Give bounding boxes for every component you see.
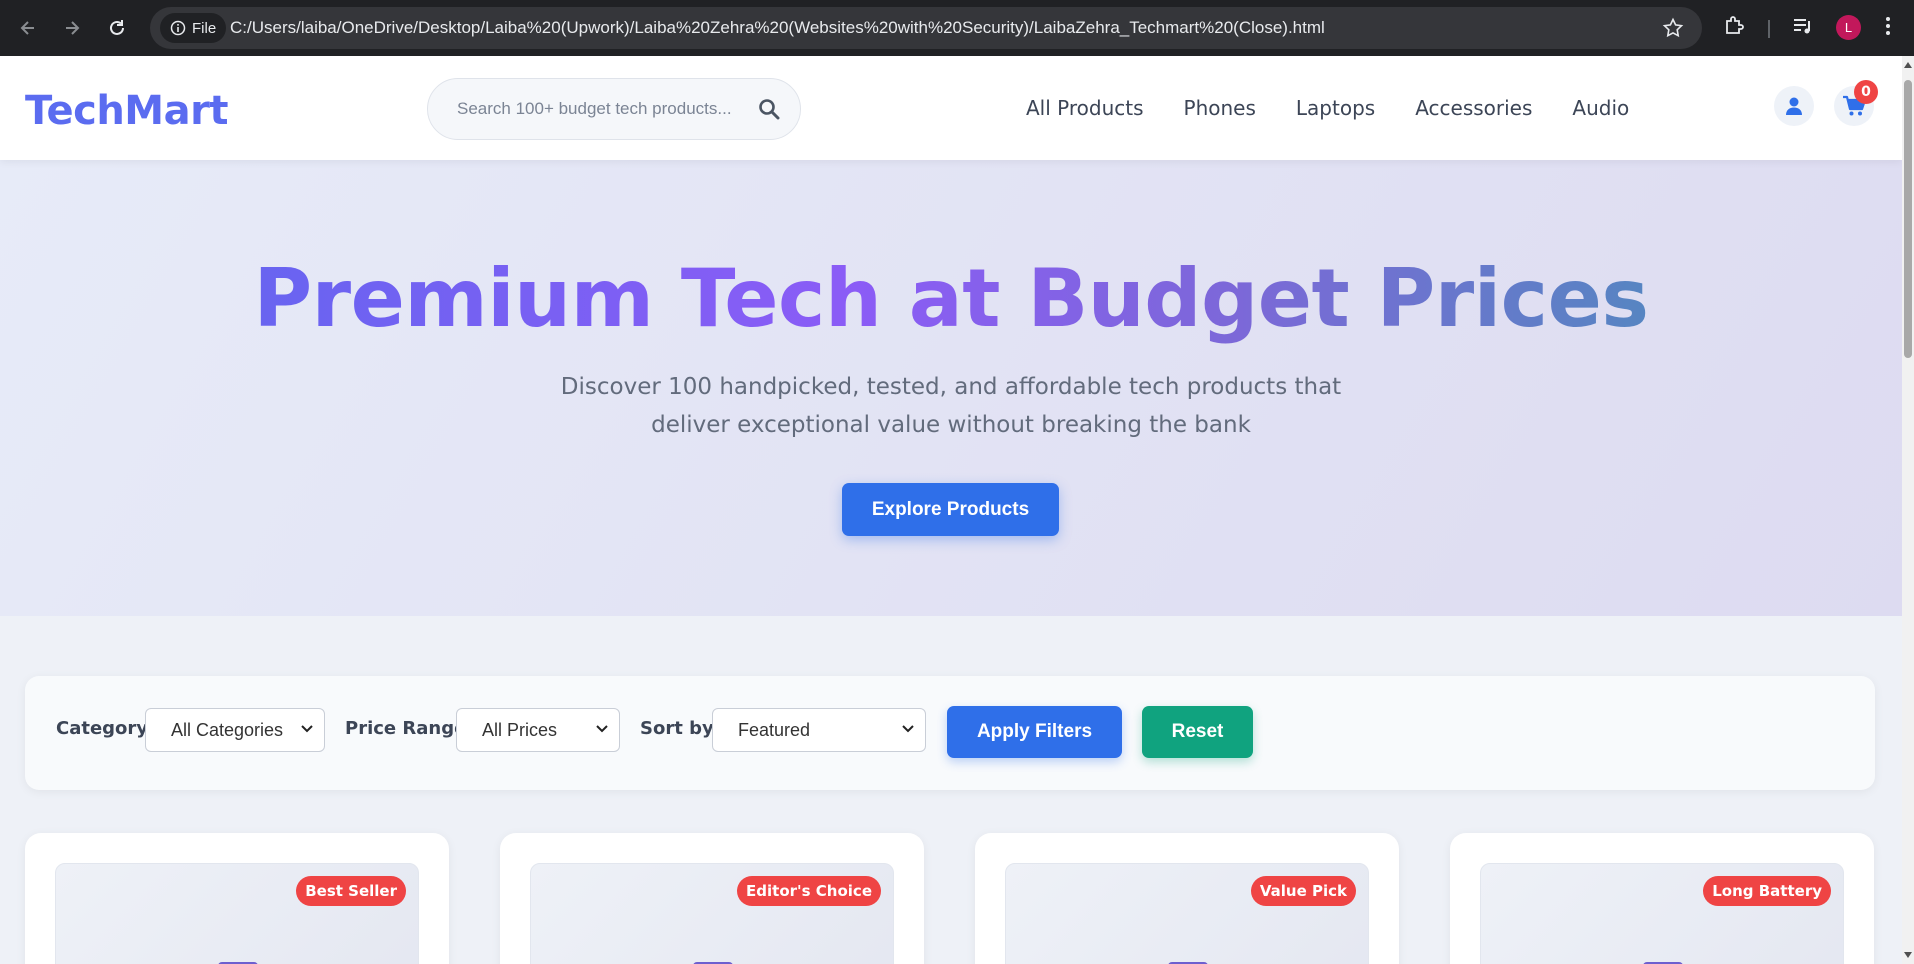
product-image: Long Battery (1480, 863, 1844, 964)
bookmark-star-button[interactable] (1662, 17, 1684, 43)
hero-section: Premium Tech at Budget Prices Discover 1… (0, 160, 1902, 616)
reload-button[interactable] (103, 14, 131, 42)
product-card[interactable]: Value Pick (975, 833, 1399, 964)
arrow-right-icon (66, 21, 80, 35)
product-badge: Best Seller (296, 876, 406, 906)
sort-by-label: Sort by: (640, 718, 721, 739)
nav-accessories[interactable]: Accessories (1415, 96, 1532, 120)
hero-title: Premium Tech at Budget Prices (0, 252, 1902, 345)
scrollbar-thumb[interactable] (1904, 80, 1912, 358)
reset-filters-button[interactable]: Reset (1142, 706, 1253, 758)
chevron-down-icon (301, 725, 313, 733)
web-page: TechMart Search 100+ budget tech product… (0, 56, 1902, 964)
nav-all-products[interactable]: All Products (1026, 96, 1144, 120)
scroll-up-arrow-icon[interactable] (1904, 62, 1912, 68)
apply-filters-button[interactable]: Apply Filters (947, 706, 1122, 758)
scroll-down-arrow-icon[interactable] (1904, 952, 1912, 958)
site-logo[interactable]: TechMart (25, 88, 228, 134)
kebab-menu-icon (1886, 17, 1890, 35)
search-input[interactable]: Search 100+ budget tech products... (427, 78, 801, 140)
nav-laptops[interactable]: Laptops (1296, 96, 1375, 120)
chevron-down-icon (902, 725, 914, 733)
product-card[interactable]: Long Battery (1450, 833, 1874, 964)
sort-by-select-value: Featured (738, 720, 811, 740)
info-icon (170, 20, 186, 36)
file-label: File (192, 19, 217, 37)
puzzle-icon (1726, 16, 1744, 34)
product-badge: Editor's Choice (737, 876, 881, 906)
product-image: Best Seller (55, 863, 419, 964)
page-scrollbar[interactable] (1902, 56, 1914, 964)
search-icon[interactable] (758, 98, 780, 120)
price-range-label: Price Range: (345, 718, 474, 739)
category-label: Category: (56, 718, 156, 739)
browser-toolbar: File C:/Users/laiba/OneDrive/Desktop/Lai… (0, 0, 1914, 56)
back-button[interactable] (14, 14, 42, 42)
user-icon (1786, 97, 1802, 115)
reload-icon (110, 20, 124, 35)
forward-button[interactable] (58, 14, 86, 42)
product-badge: Long Battery (1703, 876, 1831, 906)
hero-subtitle: Discover 100 handpicked, tested, and aff… (560, 374, 1342, 438)
product-card[interactable]: Best Seller (25, 833, 449, 964)
category-select-value: All Categories (171, 720, 284, 740)
account-button[interactable] (1774, 86, 1814, 126)
browser-menu-button[interactable] (1884, 14, 1892, 42)
explore-products-button[interactable]: Explore Products (842, 483, 1059, 536)
product-image: Editor's Choice (530, 863, 894, 964)
site-header: TechMart Search 100+ budget tech product… (0, 56, 1902, 160)
category-select[interactable]: All Categories (145, 708, 325, 752)
extensions-button[interactable] (1722, 14, 1746, 42)
nav-phones[interactable]: Phones (1184, 96, 1256, 120)
product-image: Value Pick (1005, 863, 1369, 964)
profile-avatar[interactable]: L (1836, 15, 1861, 40)
price-range-select[interactable]: All Prices (456, 708, 620, 752)
nav-audio[interactable]: Audio (1572, 96, 1629, 120)
media-controls-button[interactable] (1791, 14, 1815, 42)
playlist-icon (1794, 19, 1810, 34)
sort-by-select[interactable]: Featured (712, 708, 926, 752)
price-range-select-value: All Prices (482, 720, 558, 740)
main-nav: All Products Phones Laptops Accessories … (1026, 56, 1669, 160)
product-card[interactable]: Editor's Choice (500, 833, 924, 964)
search-placeholder: Search 100+ budget tech products... (457, 99, 732, 118)
cart-count-badge: 0 (1854, 80, 1878, 104)
chevron-down-icon (596, 725, 608, 733)
arrow-left-icon (20, 21, 34, 35)
product-badge: Value Pick (1250, 876, 1356, 906)
site-info-chip[interactable]: File (160, 13, 227, 43)
star-icon (1662, 17, 1684, 38)
toolbar-divider (1768, 20, 1770, 38)
url-text[interactable]: C:/Users/laiba/OneDrive/Desktop/Laiba%20… (230, 7, 1325, 49)
address-bar[interactable]: File C:/Users/laiba/OneDrive/Desktop/Lai… (150, 7, 1702, 49)
